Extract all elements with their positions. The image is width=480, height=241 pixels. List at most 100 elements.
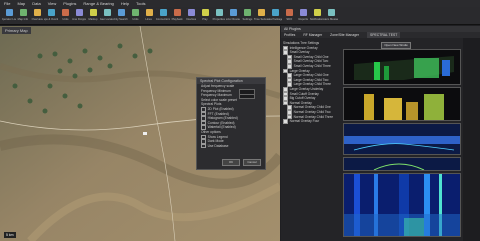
toolbar-button-3[interactable]: Maps & Overlays xyxy=(44,7,58,25)
toolbar-label: Playback xyxy=(171,17,183,21)
checkbox[interactable] xyxy=(283,119,288,124)
toolbar-button-6[interactable]: Markup xyxy=(86,7,100,25)
toolbar-icon xyxy=(33,9,41,16)
toolbar-label: Data Packages xyxy=(268,17,282,21)
tree-item-label: Intelligence Overlay xyxy=(289,45,318,50)
tree-item-label: Large Overlay Child Two xyxy=(293,77,329,82)
toolbar-button-23[interactable]: System Messages xyxy=(324,7,338,25)
main-toolbar: Operator LockMap InfoOverviewMaps & Over… xyxy=(0,7,480,25)
toolbar-button-11[interactable]: Connections xyxy=(156,7,170,25)
menu-item-help[interactable]: Help xyxy=(121,0,129,7)
right-scrollbar[interactable] xyxy=(463,38,480,241)
toolbar-icon xyxy=(47,9,55,16)
toolbar-icon xyxy=(285,9,293,16)
cancel-button[interactable]: Cancel xyxy=(243,159,261,166)
toolbar-button-8[interactable]: City Search xyxy=(114,7,128,25)
tree-item-label: Normal Overlay Child One xyxy=(293,105,331,110)
toolbar-button-14[interactable]: Play xyxy=(198,7,212,25)
tree-item-label: Small Overlay Child One xyxy=(293,54,329,59)
toolbar-button-12[interactable]: Playback xyxy=(170,7,184,25)
checkbox[interactable] xyxy=(201,143,206,149)
toolbar-icon xyxy=(159,9,167,16)
toolbar-label: Properties xyxy=(212,17,226,21)
tree-item[interactable]: Normal Overlay Four xyxy=(283,119,341,124)
toolbar-icon xyxy=(313,9,321,16)
subtab-3[interactable]: SPECTRAL TEST xyxy=(367,32,401,38)
dialog-row-label: Show Legend xyxy=(207,134,228,139)
menu-bar: File Map Data View Plugins Range & Bearing Hel… xyxy=(0,0,480,7)
toolbar-button-13[interactable]: Devices xyxy=(184,7,198,25)
dialog-row-label: Other options xyxy=(201,129,221,134)
subtab-2[interactable]: Zone/Site Manager xyxy=(330,32,359,38)
toolbar-icon xyxy=(75,9,83,16)
subtab-0[interactable]: Profiles xyxy=(284,32,295,38)
tree-item-label: Small Overlay Child Three xyxy=(293,64,331,69)
menu-item-tools[interactable]: Tools xyxy=(136,0,145,7)
toolbar-icon xyxy=(187,9,195,16)
toolbar-icon xyxy=(229,9,237,16)
dialog-row-label: Spectral Plots xyxy=(201,102,222,107)
toolbar-button-15[interactable]: Properties xyxy=(212,7,226,25)
tree-item-label: Normal Overlay Child Two xyxy=(293,110,331,115)
subtab-1[interactable]: RF Manager xyxy=(303,32,322,38)
dialog-row-label: Frequency Minimum xyxy=(201,88,231,93)
toolbar-label: System Messages xyxy=(324,17,338,21)
toolbar-label: Markup xyxy=(88,17,98,21)
dialog-row-label: 2D Plot (Enabled) xyxy=(207,107,234,112)
bar-plot xyxy=(343,87,461,121)
toolbar-button-21[interactable]: Reports xyxy=(296,7,310,25)
dialog-row-label: Use Database xyxy=(207,143,229,148)
toolbar-button-16[interactable]: Vector Review xyxy=(226,7,240,25)
tree-item-label: Simulations Tree Settings xyxy=(283,41,320,45)
dialog-row-label: FFT (Enabled) xyxy=(207,111,229,116)
toolbar-button-1[interactable]: Map Info xyxy=(16,7,30,25)
toolbar-icon xyxy=(89,9,97,16)
toolbar-icon xyxy=(5,9,13,16)
map-scale: 5 km xyxy=(4,232,16,238)
toolbar-label: City Search xyxy=(114,17,128,21)
menu-item-plugins[interactable]: Plugins xyxy=(63,0,76,7)
toolbar-button-9[interactable]: Units xyxy=(128,7,142,25)
dialog-row-label: Waterfall (Enabled) xyxy=(207,125,236,130)
toolbar-icon xyxy=(299,9,307,16)
tree-item-label: Small Overlay Child Two xyxy=(293,59,329,64)
toolbar-icon xyxy=(215,9,223,16)
toolbar-button-7[interactable]: Geo Locator xyxy=(100,7,114,25)
spectral-plot-dialog: Spectral Plot Configuration Adjust frequ… xyxy=(196,77,266,170)
toolbar-button-5[interactable]: Zone Dropper xyxy=(72,7,86,25)
toolbar-button-18[interactable]: Time Series xyxy=(254,7,268,25)
menu-item-file[interactable]: File xyxy=(4,0,10,7)
toolbar-label: Zone Dropper xyxy=(72,17,86,21)
menu-item-view[interactable]: View xyxy=(48,0,57,7)
ok-button[interactable]: OK xyxy=(222,159,240,166)
map-tab[interactable]: Primary Map xyxy=(2,27,31,34)
toolbar-label: Lines xyxy=(145,17,153,21)
menu-item-map[interactable]: Map xyxy=(17,0,25,7)
right-panel: All Plugins Profiles RF Manager Zone/Site … xyxy=(281,26,480,241)
subtab-bar: Profiles RF Manager Zone/Site Manager SPECT… xyxy=(281,32,480,38)
tree-item-label: Large Overlay Child Three xyxy=(293,82,331,87)
toolbar-label: Map Info xyxy=(17,17,29,21)
contour-plot xyxy=(343,157,461,171)
toolbar-button-19[interactable]: Data Packages xyxy=(268,7,282,25)
tree-item-label: Normal Overlay xyxy=(289,100,312,105)
toolbar-button-0[interactable]: Operator Lock xyxy=(2,7,16,25)
toolbar-button-22[interactable]: Notifications xyxy=(310,7,324,25)
toolbar-label: Operator Lock xyxy=(2,17,16,21)
toolbar-button-4[interactable]: Units xyxy=(58,7,72,25)
toolbar-label: Play xyxy=(202,17,208,21)
toolbar-button-20[interactable]: SDO xyxy=(282,7,296,25)
waterfall-plot xyxy=(343,173,461,237)
toolbar-icon xyxy=(131,9,139,16)
toolbar-button-2[interactable]: Overview xyxy=(30,7,44,25)
dialog-row[interactable]: Use Database xyxy=(197,143,265,149)
toolbar-label: Time Series xyxy=(254,17,268,21)
menu-item-range-bearing[interactable]: Range & Bearing xyxy=(83,0,113,7)
toolbar-icon xyxy=(201,9,209,16)
toolbar-label: Notifications xyxy=(310,17,324,21)
toolbar-icon xyxy=(257,9,265,16)
menu-item-data[interactable]: Data xyxy=(32,0,40,7)
toolbar-button-10[interactable]: Lines xyxy=(142,7,156,25)
toolbar-label: Settings xyxy=(242,17,252,21)
toolbar-button-17[interactable]: Settings xyxy=(240,7,254,25)
